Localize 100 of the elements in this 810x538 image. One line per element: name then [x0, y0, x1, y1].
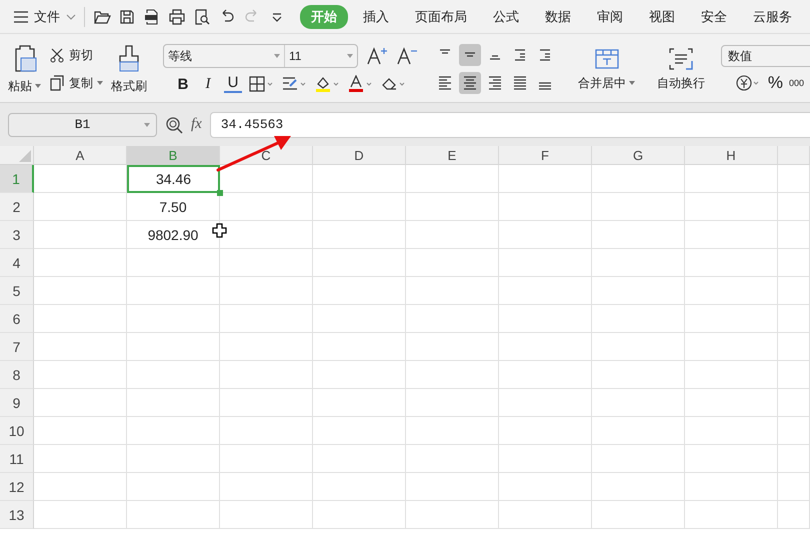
table-cell[interactable]	[220, 501, 313, 529]
row-header[interactable]: 5	[0, 277, 34, 305]
table-cell[interactable]	[592, 249, 685, 277]
font-name-field[interactable]: 等线	[168, 48, 192, 64]
select-all-icon[interactable]	[19, 150, 31, 162]
print-preview-icon[interactable]	[193, 8, 211, 26]
table-cell[interactable]	[313, 389, 406, 417]
table-cell[interactable]	[34, 333, 127, 361]
table-cell[interactable]	[34, 193, 127, 221]
print-icon[interactable]	[168, 8, 186, 26]
ribbon-tab[interactable]: 页面布局	[404, 4, 478, 28]
merge-center-button[interactable]: 合并居中	[578, 46, 635, 92]
table-cell[interactable]	[313, 221, 406, 249]
table-cell[interactable]	[313, 277, 406, 305]
table-cell[interactable]	[499, 221, 592, 249]
column-header[interactable]: C	[220, 146, 313, 165]
table-cell[interactable]	[778, 361, 810, 389]
table-cell[interactable]	[499, 417, 592, 445]
copy-button[interactable]: 复制	[49, 72, 103, 94]
table-cell[interactable]	[220, 445, 313, 473]
table-cell[interactable]	[127, 445, 220, 473]
row-header[interactable]: 10	[0, 417, 34, 445]
table-cell[interactable]	[34, 389, 127, 417]
column-header[interactable]: G	[592, 146, 685, 165]
table-cell[interactable]	[34, 249, 127, 277]
table-cell[interactable]	[220, 417, 313, 445]
name-box[interactable]: B1	[8, 112, 157, 136]
fill-handle[interactable]	[217, 190, 223, 196]
table-cell[interactable]	[313, 249, 406, 277]
table-cell[interactable]	[220, 249, 313, 277]
underline-button[interactable]: U	[224, 75, 242, 93]
table-cell[interactable]	[34, 473, 127, 501]
table-cell[interactable]	[127, 277, 220, 305]
function-label[interactable]: fx	[191, 116, 202, 133]
table-cell[interactable]	[499, 193, 592, 221]
increase-font-icon[interactable]	[366, 46, 388, 66]
table-cell[interactable]	[499, 389, 592, 417]
align-middle-icon[interactable]	[459, 44, 481, 66]
table-cell[interactable]	[592, 389, 685, 417]
table-cell[interactable]	[499, 305, 592, 333]
table-cell[interactable]	[778, 165, 810, 193]
row-header[interactable]: 4	[0, 249, 34, 277]
table-cell[interactable]	[313, 305, 406, 333]
paste-button[interactable]: 粘贴	[8, 44, 41, 94]
table-cell[interactable]	[313, 361, 406, 389]
table-cell[interactable]	[220, 277, 313, 305]
table-cell[interactable]	[778, 221, 810, 249]
table-cell[interactable]	[127, 417, 220, 445]
table-cell[interactable]	[685, 473, 778, 501]
table-cell[interactable]	[406, 165, 499, 193]
row-header[interactable]: 8	[0, 361, 34, 389]
row-header[interactable]: 7	[0, 333, 34, 361]
table-cell[interactable]	[685, 445, 778, 473]
table-cell[interactable]	[34, 501, 127, 529]
table-cell[interactable]	[499, 165, 592, 193]
table-cell[interactable]	[778, 389, 810, 417]
table-cell[interactable]	[127, 249, 220, 277]
table-cell[interactable]	[778, 445, 810, 473]
table-cell[interactable]	[592, 277, 685, 305]
table-cell[interactable]	[406, 501, 499, 529]
table-cell[interactable]	[592, 221, 685, 249]
table-cell[interactable]	[778, 473, 810, 501]
zoom-icon[interactable]	[165, 116, 183, 134]
table-cell[interactable]	[685, 193, 778, 221]
thousands-separator-button[interactable]: 000	[789, 78, 804, 88]
table-cell[interactable]	[499, 249, 592, 277]
column-header[interactable]: E	[406, 146, 499, 165]
table-cell[interactable]	[685, 333, 778, 361]
table-cell[interactable]	[499, 333, 592, 361]
table-cell[interactable]	[406, 193, 499, 221]
file-menu[interactable]: 文件	[14, 8, 76, 26]
table-cell[interactable]	[778, 249, 810, 277]
row-header[interactable]: 2	[0, 193, 34, 221]
table-cell[interactable]	[592, 501, 685, 529]
table-cell[interactable]	[406, 445, 499, 473]
percent-button[interactable]: %	[768, 73, 784, 93]
table-cell[interactable]	[499, 277, 592, 305]
formula-input[interactable]: 34.45563	[210, 112, 810, 138]
table-cell[interactable]	[778, 501, 810, 529]
table-cell[interactable]	[499, 501, 592, 529]
decrease-font-icon[interactable]	[396, 46, 418, 66]
table-cell[interactable]	[592, 193, 685, 221]
table-cell[interactable]	[220, 333, 313, 361]
table-cell[interactable]	[127, 361, 220, 389]
format-painter-button[interactable]: 格式刷	[111, 44, 147, 94]
table-cell[interactable]	[778, 417, 810, 445]
table-cell[interactable]	[34, 417, 127, 445]
row-header[interactable]: 9	[0, 389, 34, 417]
table-cell[interactable]	[220, 389, 313, 417]
table-cell[interactable]	[406, 221, 499, 249]
fill-color-icon[interactable]	[315, 75, 341, 93]
table-cell[interactable]	[499, 361, 592, 389]
table-cell[interactable]	[592, 165, 685, 193]
table-cell[interactable]	[313, 193, 406, 221]
table-cell[interactable]: 34.46	[127, 165, 220, 193]
table-cell[interactable]	[406, 277, 499, 305]
ribbon-tab[interactable]: 数据	[534, 4, 582, 28]
table-cell[interactable]	[778, 193, 810, 221]
caret-icon[interactable]	[347, 54, 353, 58]
table-cell[interactable]	[220, 361, 313, 389]
